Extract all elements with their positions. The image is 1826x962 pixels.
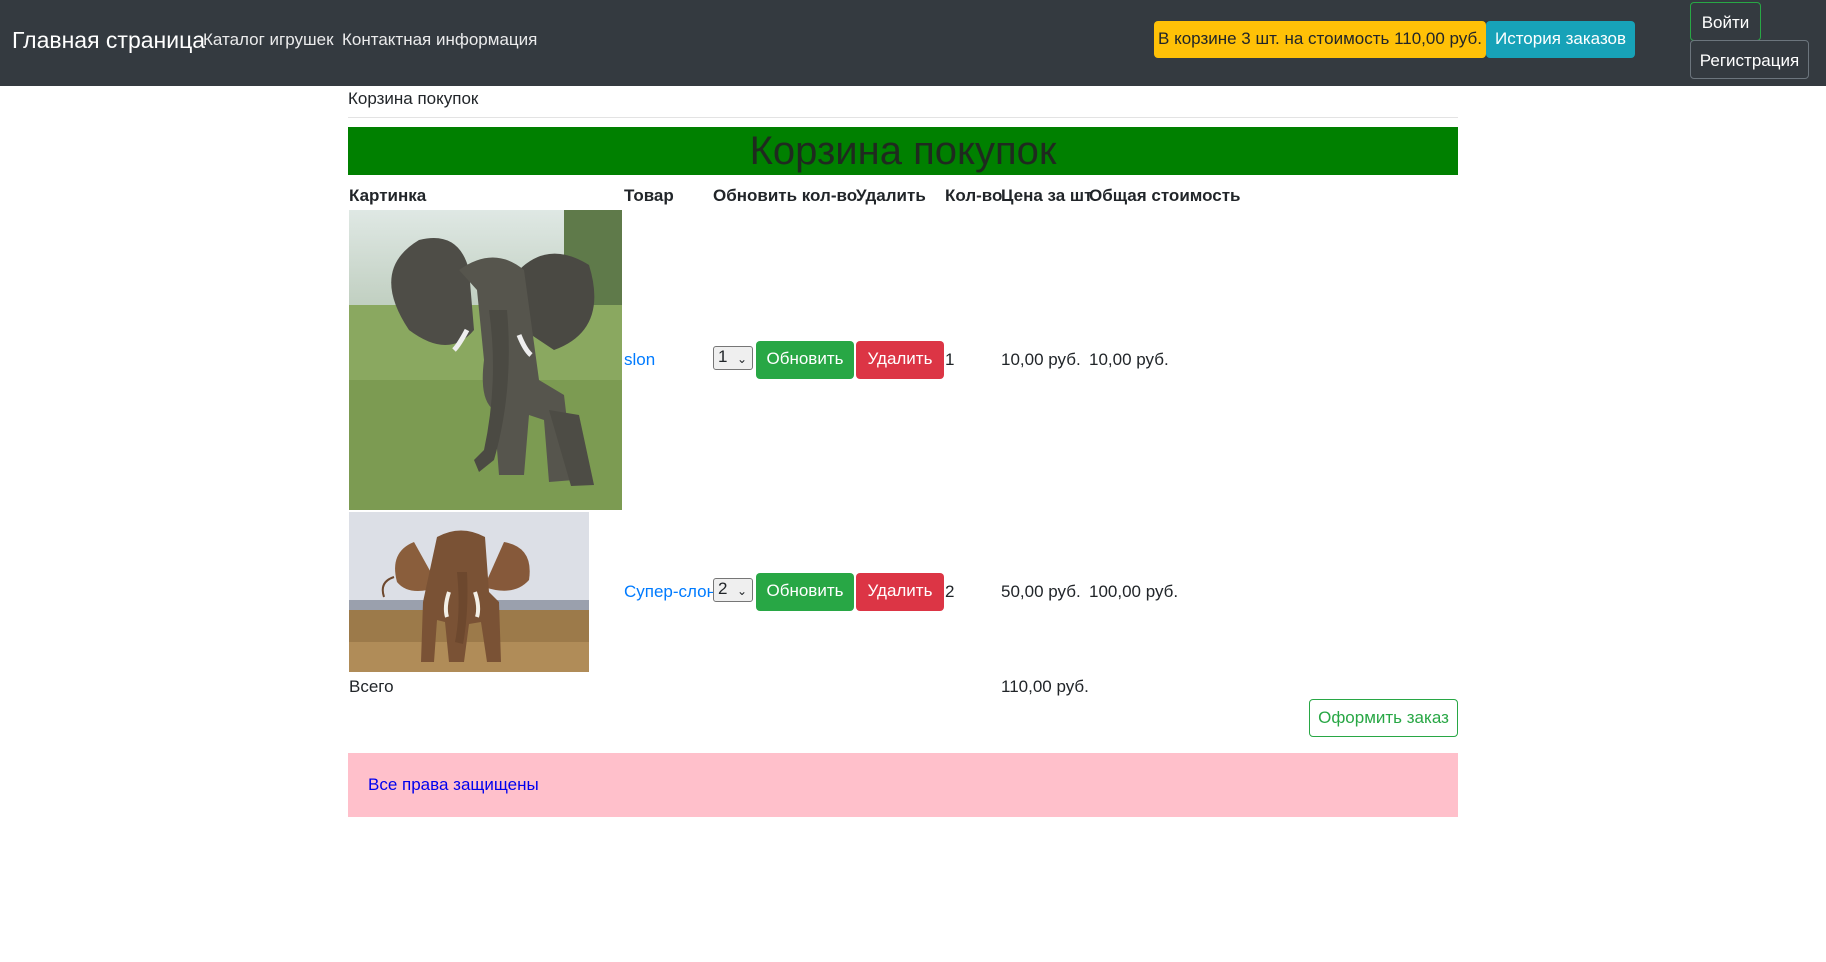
quantity-select-value: 2 (718, 579, 728, 598)
cart-total-value: 110,00 руб. (1001, 677, 1089, 696)
item-quantity: 1 (945, 350, 955, 369)
column-header-product: Товар (624, 186, 674, 205)
login-button[interactable]: Войти (1690, 2, 1761, 41)
divider (348, 117, 1458, 118)
cart-summary-badge[interactable]: В корзине 3 шт. на стоимость 110,00 руб. (1154, 21, 1486, 58)
column-header-image: Картинка (349, 186, 427, 205)
item-quantity: 2 (945, 582, 955, 601)
quantity-select-value: 1 (718, 347, 728, 366)
column-header-unit-price: Цена за шт (1001, 186, 1093, 205)
top-navbar: Главная страница Каталог игрушек Контакт… (0, 0, 1826, 86)
product-link-slon[interactable]: slon (624, 350, 655, 370)
page-title: Корзина покупок (348, 127, 1458, 175)
product-link-super-slon[interactable]: Супер-слон (624, 582, 716, 602)
item-unit-price: 10,00 руб. (1001, 350, 1081, 369)
total-label: Всего (349, 677, 394, 696)
update-quantity-button[interactable]: Обновить (756, 573, 854, 611)
item-total-price: 100,00 руб. (1089, 582, 1179, 601)
column-header-delete: Удалить (856, 186, 926, 205)
chevron-down-icon: ⌄ (736, 584, 747, 598)
nav-link-contacts[interactable]: Контактная информация (342, 30, 537, 50)
column-header-total: Общая стоимость (1089, 186, 1241, 205)
column-header-qty: Кол-во (945, 186, 1003, 205)
footer-copyright: Все права защищены (368, 775, 539, 794)
column-header-update-qty: Обновить кол-во (713, 186, 858, 205)
item-unit-price: 50,00 руб. (1001, 582, 1081, 601)
nav-link-catalog[interactable]: Каталог игрушек (203, 30, 334, 50)
footer: Все права защищены (348, 753, 1458, 817)
quantity-select[interactable]: 2 ⌄ (713, 578, 753, 602)
update-quantity-button[interactable]: Обновить (756, 341, 854, 379)
breadcrumb: Корзина покупок (348, 89, 479, 108)
register-button[interactable]: Регистрация (1690, 40, 1809, 79)
product-image-elephant (349, 210, 622, 510)
chevron-down-icon: ⌄ (736, 352, 747, 366)
order-history-button[interactable]: История заказов (1486, 21, 1635, 58)
delete-item-button[interactable]: Удалить (856, 341, 944, 379)
delete-item-button[interactable]: Удалить (856, 573, 944, 611)
quantity-select[interactable]: 1 ⌄ (713, 346, 753, 370)
checkout-button[interactable]: Оформить заказ (1309, 699, 1458, 737)
product-image-super-elephant (349, 512, 589, 672)
item-total-price: 10,00 руб. (1089, 350, 1169, 369)
brand-home-link[interactable]: Главная страница (12, 26, 205, 54)
